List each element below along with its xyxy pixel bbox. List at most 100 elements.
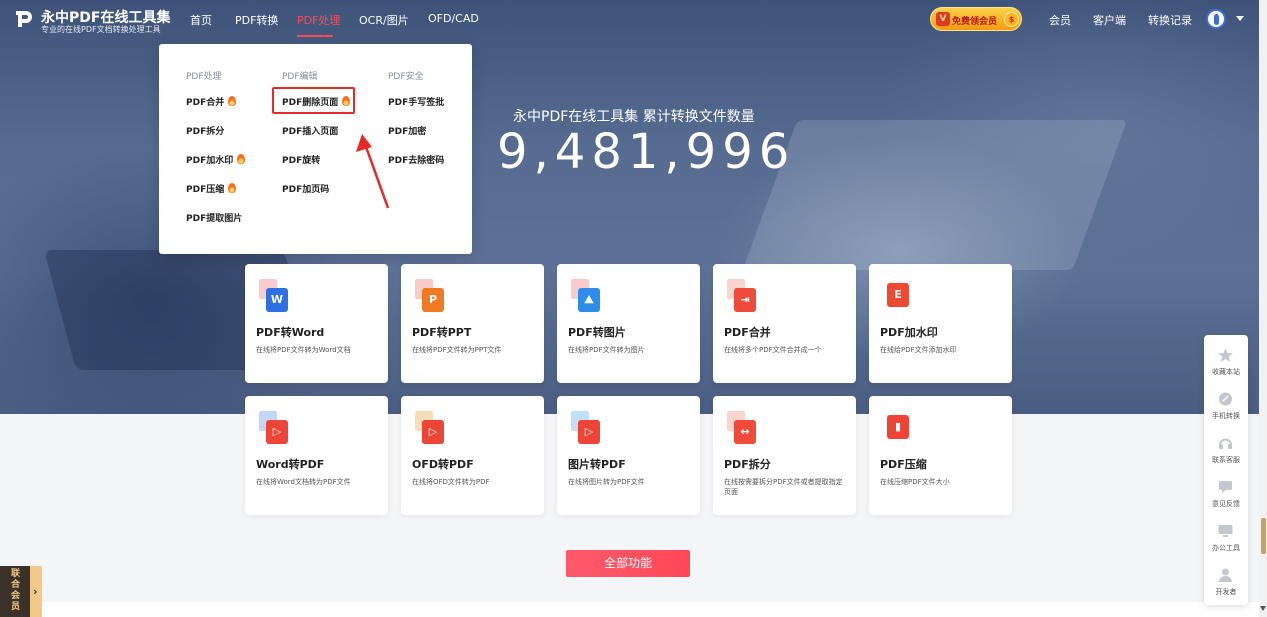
tool-description: 在线将PDF文件转为Word文档 bbox=[256, 346, 351, 354]
union-membership-label: 联合会员 bbox=[11, 569, 21, 612]
hot-fire-icon bbox=[228, 183, 237, 193]
tool-card-pdf-compress[interactable]: ▮ PDF压缩 在线压缩PDF文件大小 bbox=[869, 396, 1012, 515]
tool-description: 在线压缩PDF文件大小 bbox=[880, 478, 950, 486]
free-vip-button[interactable]: V 免费领会员 $ bbox=[930, 7, 1022, 31]
hero-caption: 永中PDF在线工具集 累计转换文件数量 bbox=[513, 109, 755, 125]
tool-description: 在线将PDF文件转为图片 bbox=[568, 346, 645, 354]
nav-pdf-process[interactable]: PDF处理 bbox=[297, 12, 340, 28]
tool-card-pdf-to-image[interactable]: ⛰ PDF转图片 在线将PDF文件转为图片 bbox=[557, 264, 700, 383]
tool-card-pdf-merge[interactable]: ⇥ PDF合并 在线将多个PDF文件合并成一个 bbox=[713, 264, 856, 383]
gift-coin-icon: $ bbox=[1004, 12, 1019, 27]
menu-item-pdf-merge[interactable]: PDF合并 bbox=[186, 95, 237, 108]
tool-title: PDF转Word bbox=[256, 326, 325, 339]
sidebar-item-label: 开发者 bbox=[1215, 588, 1237, 596]
tool-title: PDF压缩 bbox=[880, 458, 927, 471]
dropdown-heading-edit: PDF编辑 bbox=[282, 72, 318, 82]
tool-card-word-to-pdf[interactable]: ▷ Word转PDF 在线将Word文档转为PDF文件 bbox=[245, 396, 388, 515]
menu-item-pdf-insert-pages[interactable]: PDF插入页面 bbox=[282, 124, 338, 137]
tool-title: PDF转PPT bbox=[412, 326, 472, 339]
tool-title: PDF拆分 bbox=[724, 458, 771, 471]
sidebar-item-bookmark[interactable]: 收藏本站 bbox=[1204, 340, 1248, 384]
chat-icon bbox=[1219, 481, 1232, 493]
ppt-icon: P bbox=[415, 279, 447, 313]
tool-title: PDF转图片 bbox=[568, 326, 626, 339]
tool-card-pdf-watermark[interactable]: E PDF加水印 在线给PDF文件添加水印 bbox=[869, 264, 1012, 383]
nav-ofd-cad[interactable]: OFD/CAD bbox=[428, 12, 479, 25]
sidebar-item-label: 手机转换 bbox=[1212, 412, 1240, 420]
sidebar-item-mobile[interactable]: 手机转换 bbox=[1204, 384, 1248, 428]
tool-title: PDF合并 bbox=[724, 326, 771, 339]
pdf-icon: ▷ bbox=[259, 411, 291, 445]
all-features-button[interactable]: 全部功能 bbox=[566, 550, 690, 577]
tool-description: 在线将图片转为PDF文件 bbox=[568, 478, 645, 486]
tool-card-pdf-split[interactable]: ↔ PDF拆分 在线按需要拆分PDF文件或者提取指定页面 bbox=[713, 396, 856, 515]
tool-title: PDF加水印 bbox=[880, 326, 938, 339]
sidebar-item-label: 办公工具 bbox=[1212, 544, 1240, 552]
hot-fire-icon bbox=[237, 154, 246, 164]
word-icon: W bbox=[259, 279, 291, 313]
nav-membership[interactable]: 会员 bbox=[1049, 12, 1071, 28]
compress-icon: ▮ bbox=[883, 411, 915, 445]
tool-description: 在线将PDF文件转为PPT文件 bbox=[412, 346, 502, 354]
footer-strip bbox=[0, 602, 1267, 617]
logo-icon[interactable] bbox=[14, 9, 34, 29]
image-icon: ⛰ bbox=[571, 279, 603, 313]
sidebar-item-label: 收藏本站 bbox=[1212, 368, 1240, 376]
annotation-arrow-icon bbox=[356, 134, 390, 209]
watermark-icon: E bbox=[883, 279, 915, 313]
tool-card-image-to-pdf[interactable]: ▷ 图片转PDF 在线将图片转为PDF文件 bbox=[557, 396, 700, 515]
menu-item-pdf-watermark[interactable]: PDF加水印 bbox=[186, 153, 246, 166]
tool-card-pdf-to-ppt[interactable]: P PDF转PPT 在线将PDF文件转为PPT文件 bbox=[401, 264, 544, 383]
free-vip-label: 免费领会员 bbox=[952, 17, 998, 27]
tool-description: 在线将OFD文件转为PDF bbox=[412, 478, 490, 486]
scrollbar-thumb[interactable] bbox=[1261, 518, 1266, 554]
menu-item-pdf-split[interactable]: PDF拆分 bbox=[186, 124, 224, 137]
tool-description: 在线按需要拆分PDF文件或者提取指定页面 bbox=[724, 478, 843, 496]
nav-pdf-convert[interactable]: PDF转换 bbox=[235, 12, 278, 28]
nav-conversion-history[interactable]: 转换记录 bbox=[1148, 12, 1192, 28]
star-icon bbox=[1218, 348, 1233, 362]
scroll-down-arrow-icon[interactable] bbox=[1260, 606, 1266, 611]
nav-ocr-image[interactable]: OCR/图片 bbox=[359, 12, 409, 28]
nav-active-indicator bbox=[297, 35, 333, 37]
chevron-right-icon: › bbox=[33, 585, 38, 598]
sidebar-item-feedback[interactable]: 意见反馈 bbox=[1204, 472, 1248, 516]
menu-item-pdf-handwrite-sign[interactable]: PDF手写签批 bbox=[388, 95, 444, 108]
right-toolbar: 收藏本站 手机转换 联系客服 意见反馈 办公工具 开发者 bbox=[1204, 335, 1248, 605]
tool-description: 在线将多个PDF文件合并成一个 bbox=[724, 346, 822, 354]
menu-item-pdf-extract-images[interactable]: PDF提取图片 bbox=[186, 211, 242, 224]
nav-home[interactable]: 首页 bbox=[190, 12, 212, 28]
vip-icon: V bbox=[936, 12, 950, 26]
menu-item-pdf-page-numbers[interactable]: PDF加页码 bbox=[282, 182, 329, 195]
nav-client[interactable]: 客户端 bbox=[1093, 12, 1126, 28]
union-membership-tab[interactable]: 联合会员 › bbox=[0, 566, 42, 617]
sidebar-item-office-tools[interactable]: 办公工具 bbox=[1204, 516, 1248, 560]
sidebar-item-developer[interactable]: 开发者 bbox=[1204, 560, 1248, 604]
dropdown-heading-security: PDF安全 bbox=[388, 72, 424, 82]
sidebar-item-support[interactable]: 联系客服 bbox=[1204, 428, 1248, 472]
merge-icon: ⇥ bbox=[727, 279, 759, 313]
chevron-down-icon[interactable] bbox=[1236, 16, 1244, 21]
dropdown-heading-process: PDF处理 bbox=[186, 72, 222, 82]
monitor-icon bbox=[1218, 525, 1233, 537]
pdf-process-dropdown: PDF处理 PDF合并 PDF拆分 PDF加水印 PDF压缩 PDF提取图片 P… bbox=[159, 44, 472, 254]
tool-title: OFD转PDF bbox=[412, 458, 474, 471]
menu-item-pdf-delete-pages[interactable]: PDF删除页面 bbox=[282, 95, 351, 108]
pdf-icon: ▷ bbox=[571, 411, 603, 445]
tool-card-ofd-to-pdf[interactable]: ▷ OFD转PDF 在线将OFD文件转为PDF bbox=[401, 396, 544, 515]
link-icon bbox=[1219, 392, 1232, 406]
tool-description: 在线将Word文档转为PDF文件 bbox=[256, 478, 351, 486]
menu-item-pdf-rotate[interactable]: PDF旋转 bbox=[282, 153, 320, 166]
tool-description: 在线给PDF文件添加水印 bbox=[880, 346, 957, 354]
menu-item-pdf-compress[interactable]: PDF压缩 bbox=[186, 182, 237, 195]
hot-fire-icon bbox=[228, 96, 237, 106]
sidebar-item-label: 联系客服 bbox=[1212, 456, 1240, 464]
pdf-icon: ▷ bbox=[415, 411, 447, 445]
tool-title: Word转PDF bbox=[256, 458, 325, 471]
brand-subtitle: 专业的在线PDF文档转换处理工具 bbox=[41, 25, 161, 34]
developer-icon bbox=[1219, 568, 1232, 582]
tool-title: 图片转PDF bbox=[568, 458, 626, 471]
tool-card-pdf-to-word[interactable]: W PDF转Word 在线将PDF文件转为Word文档 bbox=[245, 264, 388, 383]
avatar[interactable] bbox=[1206, 9, 1226, 29]
sidebar-item-label: 意见反馈 bbox=[1212, 500, 1240, 508]
